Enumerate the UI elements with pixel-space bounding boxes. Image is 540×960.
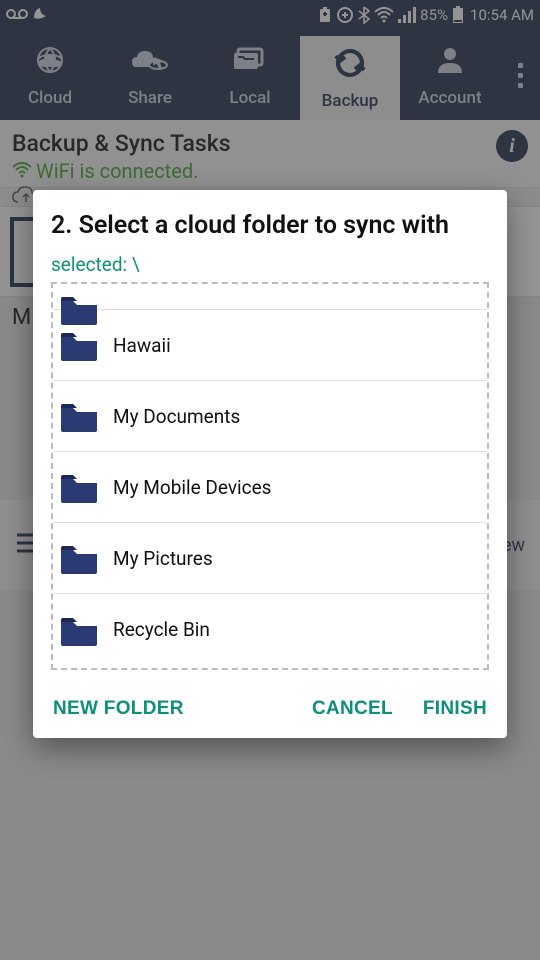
folder-list[interactable]: Hawaii My Documents My Mobile Devices My…: [51, 282, 489, 670]
cancel-button[interactable]: CANCEL: [312, 698, 393, 720]
dialog-title: 2. Select a cloud folder to sync with: [51, 210, 489, 241]
folder-item-my-pictures[interactable]: My Pictures: [53, 523, 487, 594]
dialog-actions: NEW FOLDER CANCEL FINISH: [51, 698, 489, 724]
folder-item-partial[interactable]: [53, 284, 487, 310]
finish-button[interactable]: FINISH: [423, 698, 487, 720]
folder-icon: [59, 542, 99, 574]
folder-item-my-documents[interactable]: My Documents: [53, 381, 487, 452]
folder-name: My Mobile Devices: [113, 476, 272, 499]
selected-prefix: selected:: [51, 253, 132, 276]
folder-icon: [59, 293, 99, 325]
folder-name: My Pictures: [113, 547, 213, 570]
folder-name: My Documents: [113, 405, 240, 428]
folder-name: Hawaii: [113, 334, 171, 357]
selected-path: \: [132, 253, 140, 276]
folder-icon: [59, 614, 99, 646]
folder-icon: [59, 400, 99, 432]
selected-path-line: selected: \: [51, 253, 489, 276]
folder-item-hawaii[interactable]: Hawaii: [53, 310, 487, 381]
folder-name: Recycle Bin: [113, 618, 210, 641]
folder-item-recycle-bin[interactable]: Recycle Bin: [53, 594, 487, 665]
new-folder-button[interactable]: NEW FOLDER: [53, 698, 184, 720]
folder-select-dialog: 2. Select a cloud folder to sync with se…: [33, 190, 507, 738]
folder-item-my-mobile-devices[interactable]: My Mobile Devices: [53, 452, 487, 523]
folder-icon: [59, 471, 99, 503]
folder-icon: [59, 329, 99, 361]
